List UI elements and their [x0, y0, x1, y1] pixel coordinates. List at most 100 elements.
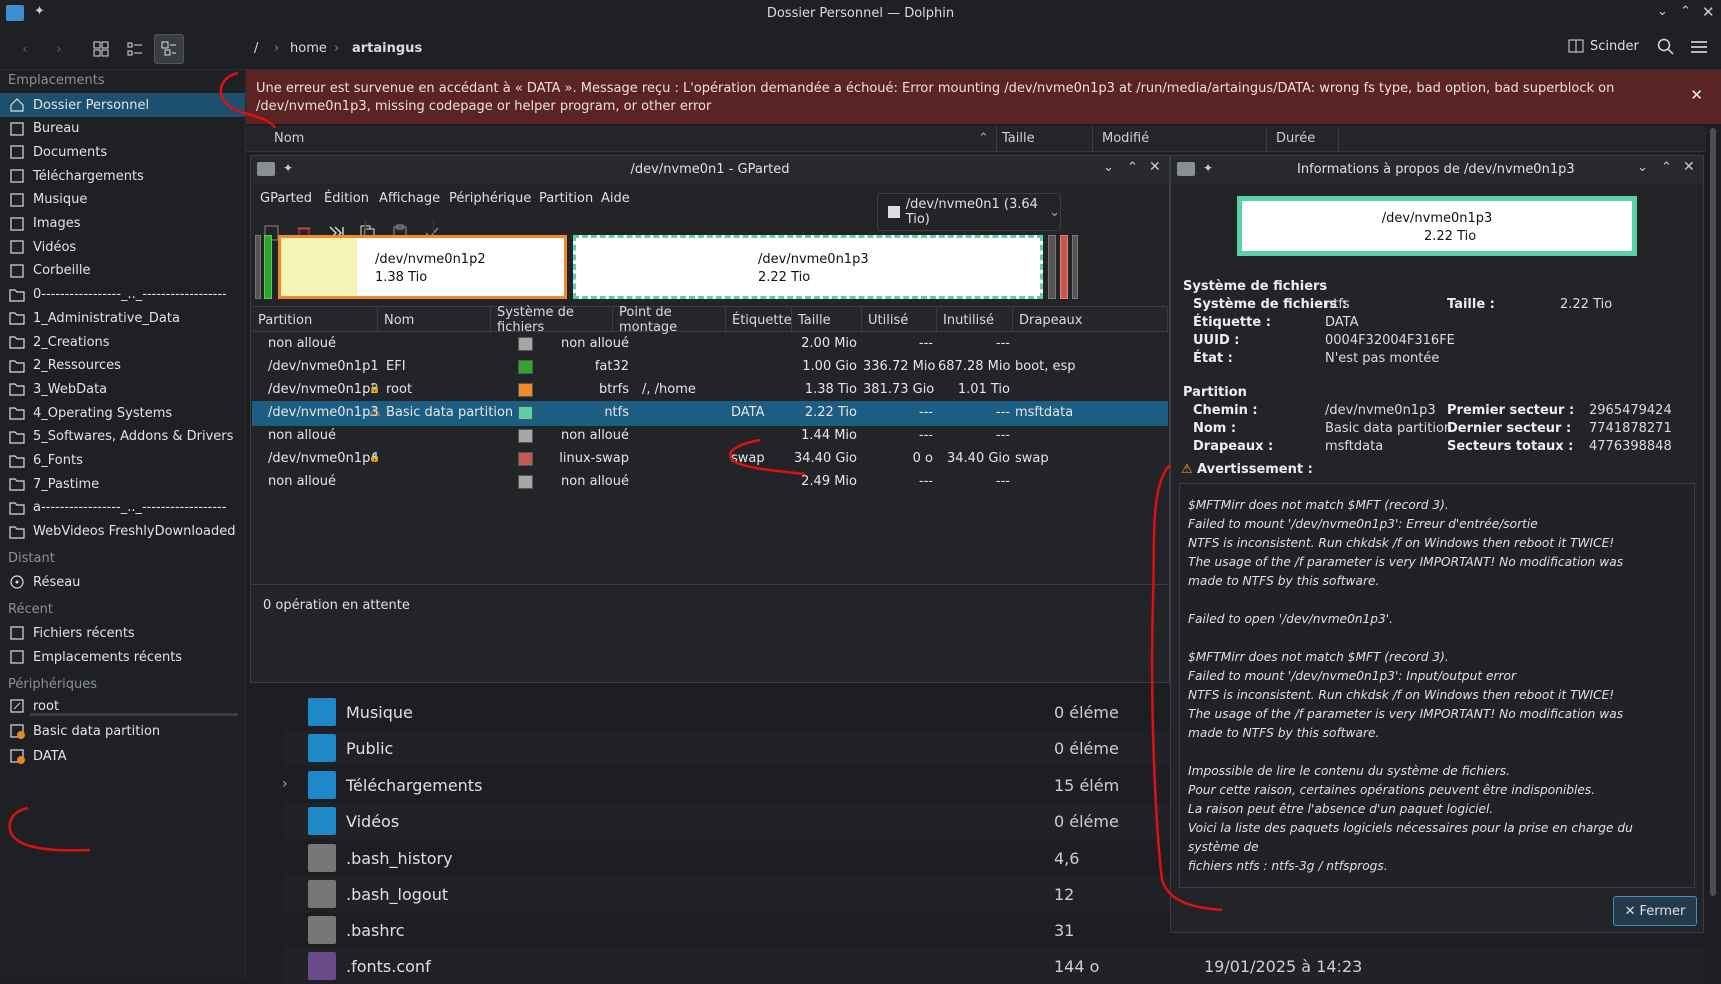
sidebar-item-place[interactable]: WebVideos FreshlyDownloaded: [0, 520, 245, 544]
pin-icon[interactable]: ✦: [1203, 161, 1213, 175]
partition-row[interactable]: non alloué non alloué 2.00 Mio --- ---: [252, 332, 1168, 357]
menu-item[interactable]: Partition: [539, 191, 593, 206]
sidebar-item-place[interactable]: Musique: [0, 188, 245, 212]
column-modified[interactable]: Modifié: [1102, 131, 1149, 146]
sidebar-item-network[interactable]: Réseau: [0, 570, 245, 594]
breadcrumb-current[interactable]: artaingus: [352, 41, 422, 56]
size-value: 2.22 Tio: [1560, 297, 1613, 312]
device-selector[interactable]: /dev/nvme0n1 (3.64 Tio) ⌄: [877, 193, 1061, 231]
column-label[interactable]: Étiquette: [726, 307, 792, 333]
diskmap-p2-size: 1.38 Tio: [375, 270, 428, 285]
sidebar-item-place[interactable]: 2_Creations: [0, 330, 245, 354]
sidebar-item-place[interactable]: Bureau: [0, 117, 245, 141]
column-name[interactable]: Nom: [378, 307, 491, 333]
partition-graphic-name: /dev/nvme0n1p3: [1381, 211, 1493, 226]
expand-chevron-icon[interactable]: ›: [282, 776, 288, 792]
menu-item[interactable]: GParted: [260, 191, 312, 206]
details-view-icon[interactable]: [154, 34, 184, 64]
cell-label: swap: [731, 451, 765, 466]
icons-view-icon[interactable]: [86, 34, 116, 64]
scrollbar-track[interactable]: [1706, 126, 1721, 898]
close-button[interactable]: ✕ Fermer: [1613, 896, 1697, 926]
diskmap-efi[interactable]: [264, 235, 272, 299]
column-mountpoint[interactable]: Point de montage: [613, 305, 726, 335]
sidebar-item-label: 1_Administrative_Data: [33, 310, 180, 326]
minimize-icon[interactable]: ⌄: [1103, 160, 1114, 175]
close-icon[interactable]: ✕: [1702, 3, 1715, 21]
sidebar-item-device[interactable]: Basic data partition: [0, 719, 245, 743]
scrollbar-handle[interactable]: [1710, 128, 1716, 896]
cell-filesystem: btrfs: [598, 382, 629, 397]
sidebar-item-place[interactable]: Corbeille: [0, 259, 245, 283]
sidebar-item-place[interactable]: Téléchargements: [0, 164, 245, 188]
menu-item[interactable]: Aide: [601, 191, 630, 206]
fs-color-swatch: [518, 360, 533, 374]
diskmap-p2[interactable]: /dev/nvme0n1p2 1.38 Tio: [278, 235, 567, 299]
column-size[interactable]: Taille: [1002, 131, 1035, 146]
sort-ascending-icon[interactable]: ⌃: [978, 131, 989, 146]
menu-item[interactable]: Affichage: [379, 191, 440, 206]
sidebar-item-label: 5_Softwares, Addons & Drivers: [33, 429, 234, 445]
diskmap-unallocated[interactable]: [1072, 235, 1078, 299]
column-name[interactable]: Nom: [274, 131, 304, 146]
minimize-icon[interactable]: ⌄: [1637, 160, 1648, 175]
sidebar-item-place[interactable]: Images: [0, 212, 245, 236]
sidebar-item-place[interactable]: 5_Softwares, Addons & Drivers: [0, 425, 245, 449]
sidebar-item-place[interactable]: 0-----------------_.._------------------: [0, 283, 245, 307]
sidebar-item-place[interactable]: Dossier Personnel: [0, 93, 245, 117]
file-date: 19/01/2025 à 14:23: [1204, 956, 1363, 976]
diskmap-unallocated[interactable]: [1048, 235, 1056, 299]
breadcrumb-home[interactable]: home: [290, 41, 327, 56]
column-duration[interactable]: Durée: [1276, 131, 1315, 146]
minimize-icon[interactable]: ⌄: [1657, 4, 1668, 19]
partition-row[interactable]: non alloué non alloué 2.49 Mio --- ---: [252, 470, 1168, 495]
sidebar-item-label: Documents: [33, 144, 108, 160]
desktop-icon: [10, 122, 24, 136]
file-row[interactable]: .fonts.conf 144 o 19/01/2025 à 14:23: [284, 948, 1704, 984]
split-button[interactable]: Scinder: [1568, 38, 1639, 54]
partition-row[interactable]: /dev/nvme0n1p3 ⚠ Basic data partition ntfs D…: [252, 401, 1168, 426]
close-banner-icon[interactable]: ✕: [1690, 86, 1703, 104]
forward-icon[interactable]: ›: [44, 34, 74, 64]
sidebar-item-place[interactable]: Documents: [0, 140, 245, 164]
column-used[interactable]: Utilisé: [862, 307, 937, 333]
menu-item[interactable]: Édition: [324, 191, 369, 206]
column-flags[interactable]: Drapeaux: [1013, 307, 1168, 333]
partition-row[interactable]: /dev/nvme0n1p1 EFI fat32 1.00 Gio 336.72 Mio…: [252, 355, 1168, 380]
column-filesystem[interactable]: Système de fichiers: [491, 305, 613, 335]
last-sector-value: 7741878271: [1589, 421, 1672, 436]
gparted-app-icon: [1177, 162, 1195, 176]
maximize-icon[interactable]: ⌃: [1661, 160, 1672, 175]
sidebar-item-place[interactable]: a-----------------_.._------------------: [0, 496, 245, 520]
maximize-icon[interactable]: ⌃: [1680, 4, 1691, 19]
sidebar-item-place[interactable]: Vidéos: [0, 235, 245, 259]
sidebar-item-place[interactable]: 4_Operating Systems: [0, 401, 245, 425]
sidebar-item-place[interactable]: 3_WebData: [0, 377, 245, 401]
close-icon[interactable]: ✕: [1149, 159, 1161, 175]
sidebar-item-device[interactable]: DATA: [0, 744, 245, 768]
sidebar-item-recent[interactable]: Fichiers récents: [0, 621, 245, 645]
sidebar-item-place[interactable]: 7_Pastime: [0, 472, 245, 496]
search-icon[interactable]: [1657, 38, 1675, 56]
diskmap-unallocated[interactable]: [255, 235, 261, 299]
column-size[interactable]: Taille: [792, 307, 862, 333]
sidebar-item-place[interactable]: 2_Ressources: [0, 354, 245, 378]
sidebar-item-place[interactable]: 6_Fonts: [0, 449, 245, 473]
breadcrumb-root[interactable]: /: [254, 41, 258, 56]
compact-view-icon[interactable]: [120, 34, 150, 64]
diskmap-p3[interactable]: /dev/nvme0n1p3 2.22 Tio: [573, 235, 1043, 299]
menu-item[interactable]: Périphérique: [449, 191, 531, 206]
sidebar-item-recent[interactable]: Emplacements récents: [0, 645, 245, 669]
partition-row[interactable]: /dev/nvme0n1p2 🔒 root btrfs /, /home 1.38 Tio…: [252, 378, 1168, 403]
close-icon[interactable]: ✕: [1683, 159, 1695, 175]
diskmap-swap[interactable]: [1060, 235, 1068, 299]
partition-row[interactable]: /dev/nvme0n1p4 🔒 linux-swap swap 34.40 Gio 0 …: [252, 447, 1168, 472]
column-partition[interactable]: Partition: [252, 307, 378, 333]
cell-filesystem: fat32: [594, 359, 629, 374]
sidebar-item-place[interactable]: 1_Administrative_Data: [0, 306, 245, 330]
hamburger-menu-icon[interactable]: [1690, 40, 1708, 54]
partition-row[interactable]: non alloué non alloué 1.44 Mio --- ---: [252, 424, 1168, 449]
maximize-icon[interactable]: ⌃: [1127, 160, 1138, 175]
column-unused[interactable]: Inutilisé: [937, 307, 1013, 333]
back-icon[interactable]: ‹: [10, 34, 40, 64]
